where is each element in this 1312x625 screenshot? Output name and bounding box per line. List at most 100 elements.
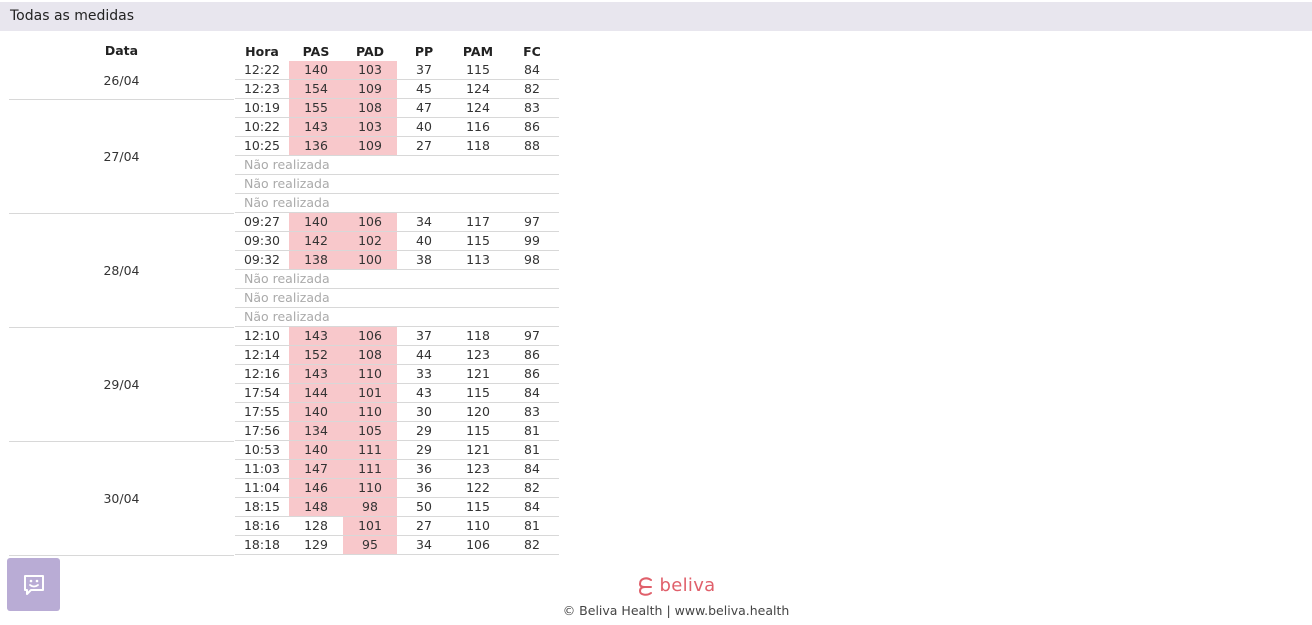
cell-fc: 84 [505,383,559,403]
cell-pp: 47 [397,98,451,118]
table-row: 12:14 152 108 44 123 86 [235,345,559,365]
cell-pam: 106 [451,535,505,555]
cell-fc: 86 [505,117,559,137]
measurements-table: Hora PAS PAD PP PAM FC 12:22 140 103 37 115 8… [235,41,559,555]
cell-pas: 143 [289,364,343,384]
table-row: 12:16 143 110 33 121 86 [235,364,559,384]
not-done-cell: Não realizada [235,288,559,308]
cell-pas: 140 [289,402,343,422]
cell-pam: 121 [451,364,505,384]
cell-pp: 34 [397,535,451,555]
cell-pas: 148 [289,497,343,517]
table-row: 12:10 143 106 37 118 97 [235,326,559,346]
cell-pas: 146 [289,478,343,498]
cell-pam: 123 [451,459,505,479]
cell-pam: 122 [451,478,505,498]
cell-fc: 97 [505,326,559,346]
cell-time: 12:10 [235,326,289,346]
cell-fc: 83 [505,98,559,118]
not-done-cell: Não realizada [235,174,559,194]
cell-pam: 115 [451,231,505,251]
cell-fc: 81 [505,421,559,441]
table-row: 10:19 155 108 47 124 83 [235,98,559,118]
cell-fc: 82 [505,478,559,498]
date-label: 29/04 [103,377,140,392]
cell-pad: 98 [343,497,397,517]
cell-fc: 82 [505,535,559,555]
cell-pad: 101 [343,383,397,403]
cell-time: 10:25 [235,136,289,156]
cell-fc: 88 [505,136,559,156]
cell-fc: 84 [505,459,559,479]
brand-logo-text: beliva [659,575,716,596]
date-group: 26/04 [9,62,234,100]
cell-fc: 84 [505,497,559,517]
cell-time: 10:19 [235,98,289,118]
cell-pp: 43 [397,383,451,403]
table-row: 17:54 144 101 43 115 84 [235,383,559,403]
cell-pad: 110 [343,364,397,384]
cell-time: 10:53 [235,440,289,460]
table-row-not-done: Não realizada [235,269,559,289]
cell-pad: 109 [343,136,397,156]
cell-pad: 102 [343,231,397,251]
table-row-not-done: Não realizada [235,155,559,175]
cell-pam: 110 [451,516,505,536]
cell-time: 10:22 [235,117,289,137]
not-done-cell: Não realizada [235,193,559,213]
table-row: 11:04 146 110 36 122 82 [235,478,559,498]
page-title: Todas as medidas [10,8,135,24]
cell-pad: 103 [343,61,397,80]
cell-pas: 140 [289,212,343,232]
date-column: Data 26/04 27/04 28/04 29/04 30/04 [9,41,234,556]
table-row: 10:22 143 103 40 116 86 [235,117,559,137]
cell-pas: 129 [289,535,343,555]
column-header-pp: PP [414,43,434,59]
cell-time: 17:54 [235,383,289,403]
cell-time: 09:27 [235,212,289,232]
cell-fc: 98 [505,250,559,270]
cell-fc: 97 [505,212,559,232]
cell-time: 11:03 [235,459,289,479]
column-header-pad: PAD [355,43,385,59]
cell-pas: 142 [289,231,343,251]
cell-pas: 147 [289,459,343,479]
cell-pad: 101 [343,516,397,536]
table-row-not-done: Não realizada [235,174,559,194]
cell-pam: 118 [451,136,505,156]
date-groups: 26/04 27/04 28/04 29/04 30/04 [9,62,234,556]
cell-time: 12:16 [235,364,289,384]
cell-pad: 100 [343,250,397,270]
copyright-text: © Beliva Health | www.beliva.health [562,602,790,618]
table-row-not-done: Não realizada [235,307,559,327]
cell-pp: 38 [397,250,451,270]
cell-pad: 110 [343,402,397,422]
cell-fc: 81 [505,516,559,536]
cell-pp: 37 [397,326,451,346]
table-row-not-done: Não realizada [235,193,559,213]
cell-pad: 103 [343,117,397,137]
table-row: 18:15 148 98 50 115 84 [235,497,559,517]
cell-pas: 134 [289,421,343,441]
cell-pad: 95 [343,535,397,555]
date-label: 30/04 [103,491,140,506]
column-header-pam: PAM [462,43,494,59]
cell-time: 18:18 [235,535,289,555]
cell-pam: 118 [451,326,505,346]
cell-pam: 115 [451,497,505,517]
table-row: 18:18 129 95 34 106 82 [235,535,559,555]
date-group: 29/04 [9,328,234,442]
date-label: 27/04 [103,149,140,164]
cell-pp: 37 [397,61,451,80]
table-row: 18:16 128 101 27 110 81 [235,516,559,536]
cell-pas: 152 [289,345,343,365]
cell-pas: 138 [289,250,343,270]
cell-pas: 144 [289,383,343,403]
cell-pad: 111 [343,440,397,460]
cell-fc: 82 [505,79,559,99]
table-row: 12:22 140 103 37 115 84 [235,61,559,80]
cell-pam: 120 [451,402,505,422]
cell-pp: 40 [397,231,451,251]
cell-time: 18:15 [235,497,289,517]
column-header-fc: FC [523,43,541,59]
